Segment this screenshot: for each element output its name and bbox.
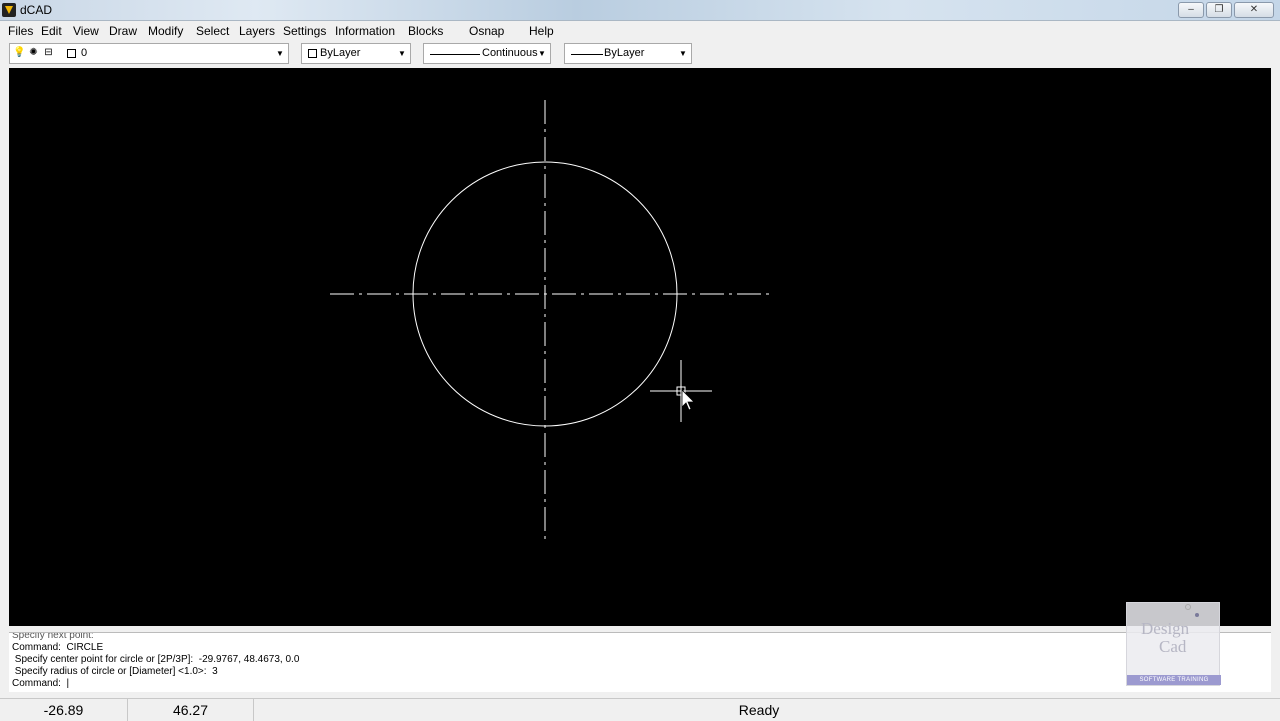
menu-blocks[interactable]: Blocks xyxy=(408,24,443,38)
menu-layers[interactable]: Layers xyxy=(239,24,275,38)
chevron-down-icon[interactable]: ▼ xyxy=(536,47,548,60)
drawing-svg xyxy=(330,100,773,542)
lightbulb-icon[interactable]: 💡 xyxy=(13,47,25,58)
layer-color-swatch xyxy=(67,49,76,58)
linetype-dropdown[interactable]: Continuous ▼ xyxy=(423,43,551,64)
lineweight-value: ByLayer xyxy=(604,47,645,59)
command-history-line: Specify next point: xyxy=(12,632,94,641)
linetype-preview xyxy=(430,54,480,55)
menu-select[interactable]: Select xyxy=(196,24,229,38)
menu-modify[interactable]: Modify xyxy=(148,24,183,38)
lock-icon[interactable]: ⊟ xyxy=(43,47,54,58)
layer-dropdown[interactable]: 💡 ✺ ⊟ 0 ▼ xyxy=(9,43,289,64)
window-title: dCAD xyxy=(20,3,53,17)
properties-toolbar: 💡 ✺ ⊟ 0 ▼ ByLayer ▼ Continuous ▼ ByLayer… xyxy=(0,41,1280,67)
drawing-canvas[interactable] xyxy=(9,68,1271,626)
menu-information[interactable]: Information xyxy=(335,24,395,38)
lineweight-preview xyxy=(571,54,603,55)
app-logo-icon[interactable] xyxy=(2,3,16,17)
close-button[interactable]: ✕ xyxy=(1234,2,1274,18)
layer-value: 0 xyxy=(81,47,88,59)
command-history-line: Specify center point for circle or [2P/3… xyxy=(12,654,300,665)
menu-draw[interactable]: Draw xyxy=(109,24,137,38)
title-bar: dCAD ‒ ❐ ✕ xyxy=(0,0,1280,21)
logo-ring-icon xyxy=(1185,604,1191,610)
mouse-pointer-icon xyxy=(681,389,695,411)
logo-tagline: SOFTWARE TRAINING xyxy=(1127,675,1221,685)
menu-bar: Files Edit View Draw Modify Select Layer… xyxy=(0,21,1280,41)
command-prompt[interactable]: Command: | xyxy=(12,678,69,690)
lineweight-dropdown[interactable]: ByLayer ▼ xyxy=(564,43,692,64)
status-y-coordinate: 46.27 xyxy=(128,699,254,721)
color-dropdown[interactable]: ByLayer ▼ xyxy=(301,43,411,64)
menu-settings[interactable]: Settings xyxy=(283,24,326,38)
status-state: Ready xyxy=(738,702,780,718)
status-x-coordinate: -26.89 xyxy=(0,699,128,721)
command-history-line: Command: CIRCLE xyxy=(12,642,104,653)
menu-files[interactable]: Files xyxy=(8,24,33,38)
command-history-line: Specify radius of circle or [Diameter] <… xyxy=(12,666,218,677)
crosshair-cursor xyxy=(650,360,712,422)
chevron-down-icon[interactable]: ▼ xyxy=(677,47,689,60)
maximize-button[interactable]: ❐ xyxy=(1206,2,1232,18)
chevron-down-icon[interactable]: ▼ xyxy=(396,47,408,60)
freeze-icon[interactable]: ✺ xyxy=(28,47,39,58)
menu-osnap[interactable]: Osnap xyxy=(469,24,504,38)
menu-view[interactable]: View xyxy=(73,24,99,38)
status-bar: -26.89 46.27 Ready xyxy=(0,698,1280,721)
window-controls: ‒ ❐ ✕ xyxy=(1178,2,1274,18)
chevron-down-icon[interactable]: ▼ xyxy=(274,47,286,60)
menu-edit[interactable]: Edit xyxy=(41,24,62,38)
color-swatch xyxy=(308,49,317,58)
menu-help[interactable]: Help xyxy=(529,24,554,38)
logo-dot-icon xyxy=(1195,613,1199,617)
command-window[interactable]: Specify next point: Command: CIRCLE Spec… xyxy=(9,632,1271,692)
minimize-button[interactable]: ‒ xyxy=(1178,2,1204,18)
color-value: ByLayer xyxy=(320,47,361,59)
logo-text-cad: Cad xyxy=(1159,637,1187,656)
linetype-value: Continuous xyxy=(482,47,538,59)
logo-text-design: Design xyxy=(1141,619,1190,638)
designcad-watermark-logo: Design Cad SOFTWARE TRAINING xyxy=(1126,602,1221,686)
